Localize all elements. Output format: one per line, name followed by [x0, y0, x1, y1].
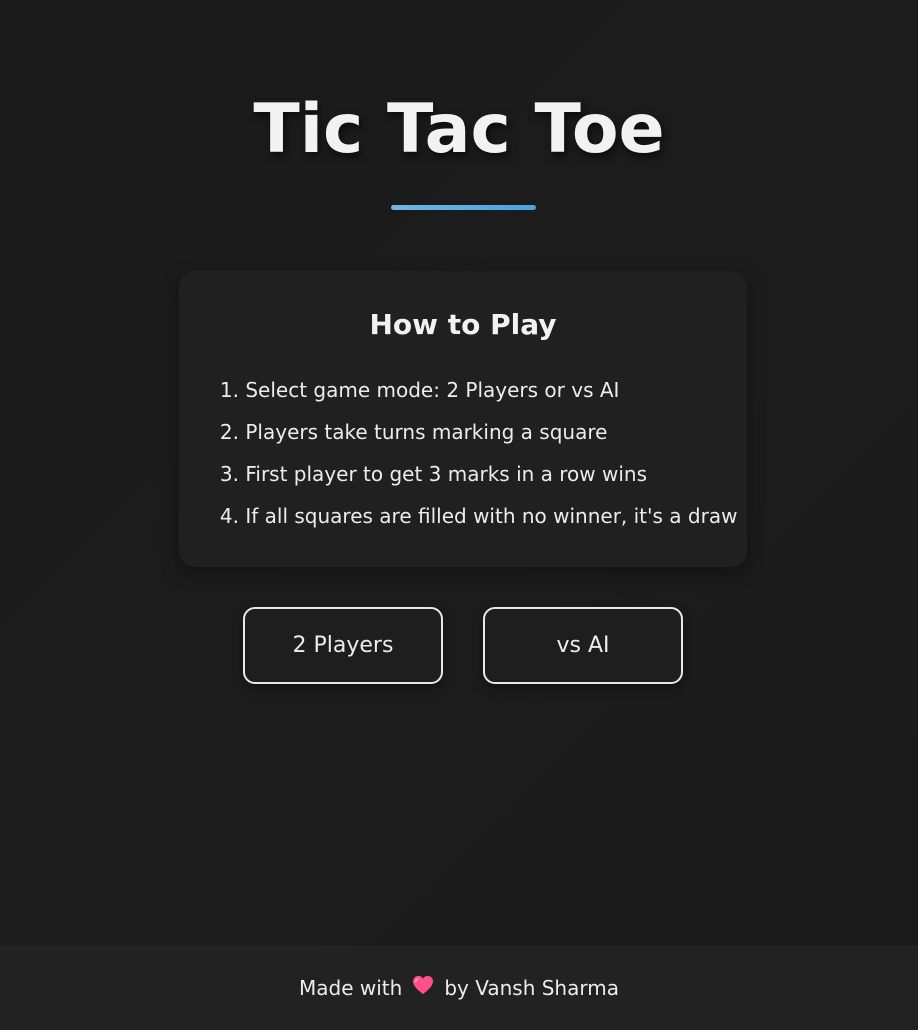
main-container: Tic Tac Toe How to Play 1. Select game m…: [0, 0, 918, 945]
title-underline: [391, 205, 536, 210]
step-text: Players take turns marking a square: [239, 420, 608, 444]
footer-author: by Vansh Sharma: [444, 975, 619, 1000]
how-to-play-step: 1. Select game mode: 2 Players or vs AI: [217, 369, 737, 411]
how-to-play-step: 2. Players take turns marking a square: [217, 411, 737, 453]
footer-made-with: Made with: [299, 975, 403, 1000]
page-title: Tic Tac Toe: [253, 90, 665, 169]
step-number: 2.: [219, 420, 239, 444]
footer: Made with by Vansh Sharma: [0, 945, 918, 1030]
heart-icon: [412, 975, 434, 1001]
step-text: First player to get 3 marks in a row win…: [239, 462, 648, 486]
how-to-play-step: 3. First player to get 3 marks in a row …: [217, 453, 737, 495]
how-to-play-list: 1. Select game mode: 2 Players or vs AI …: [217, 369, 738, 537]
how-to-play-step: 4. If all squares are filled with no win…: [217, 495, 738, 537]
how-to-play-card: How to Play 1. Select game mode: 2 Playe…: [179, 271, 747, 567]
two-players-button[interactable]: 2 Players: [243, 607, 443, 684]
step-text: Select game mode: 2 Players or vs AI: [239, 378, 620, 402]
how-to-play-title: How to Play: [369, 308, 557, 341]
step-number: 3.: [219, 462, 239, 486]
step-number: 4.: [219, 504, 239, 528]
step-text: If all squares are filled with no winner…: [239, 504, 738, 528]
vs-ai-button[interactable]: vs AI: [483, 607, 683, 684]
step-number: 1.: [219, 378, 239, 402]
